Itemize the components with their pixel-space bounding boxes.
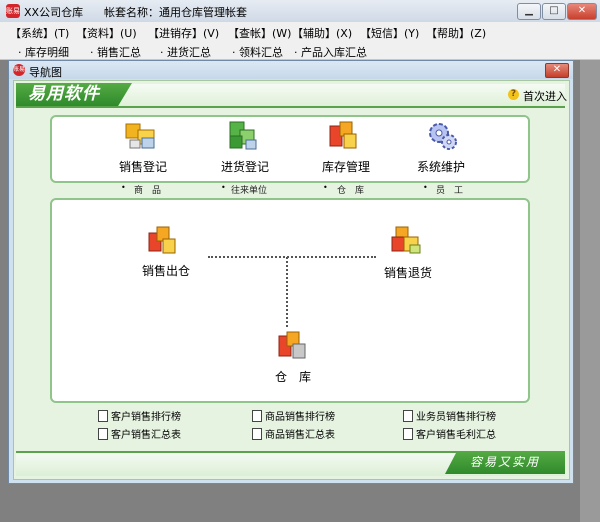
navigation-window-title: 导航图 bbox=[29, 66, 62, 79]
toolbar-sales-summary[interactable]: · 销售汇总 bbox=[90, 44, 141, 60]
first-entry-link[interactable]: 首次进入 bbox=[523, 88, 567, 104]
module-sub-products[interactable]: 商 品 bbox=[134, 183, 161, 196]
toolbar-requisition-summary[interactable]: · 领料汇总 bbox=[232, 44, 283, 60]
navigation-window-title-bar bbox=[9, 61, 573, 79]
menu-sms[interactable]: 【短信】(Y) bbox=[360, 25, 419, 41]
menu-system[interactable]: 【系统】(T) bbox=[10, 25, 69, 41]
sales-return-icon[interactable] bbox=[390, 225, 424, 257]
system-maintenance-icon[interactable] bbox=[426, 120, 460, 152]
minimize-button[interactable]: ▁ bbox=[517, 3, 541, 20]
flow-connector-horizontal bbox=[208, 256, 376, 258]
flow-sales-return[interactable]: 销售退货 bbox=[384, 264, 432, 281]
help-question-icon[interactable]: ? bbox=[508, 89, 519, 100]
menu-data[interactable]: 【资料】(U) bbox=[76, 25, 137, 41]
menu-assist[interactable]: 【辅助】(X) bbox=[292, 25, 352, 41]
menu-inventory-sales[interactable]: 【进销存】(V) bbox=[148, 25, 219, 41]
toolbar-purchase-summary[interactable]: · 进货汇总 bbox=[160, 44, 211, 60]
close-button[interactable]: ✕ bbox=[567, 3, 597, 20]
sales-out-icon[interactable] bbox=[146, 225, 180, 257]
sales-register-icon[interactable] bbox=[124, 120, 158, 152]
menu-help[interactable]: 【帮助】(Z) bbox=[426, 25, 486, 41]
report-product-sales-summary[interactable]: 商品销售汇总表 bbox=[265, 426, 335, 441]
module-purchase-register[interactable]: 进货登记 bbox=[221, 158, 269, 175]
report-salesperson-ranking[interactable]: 业务员销售排行榜 bbox=[416, 408, 496, 423]
purchase-register-icon[interactable] bbox=[226, 120, 260, 152]
module-sub-partners[interactable]: 往来单位 bbox=[231, 183, 267, 196]
report-document-icon bbox=[403, 428, 413, 440]
footer-slogan: 容易又实用 bbox=[445, 451, 565, 474]
inventory-icon[interactable] bbox=[327, 120, 361, 152]
banner-title: 易用软件 bbox=[16, 83, 132, 106]
bullet-icon: • bbox=[121, 183, 126, 192]
module-system-maintenance[interactable]: 系统维护 bbox=[417, 158, 465, 175]
toolbar-stock-detail[interactable]: · 库存明细 bbox=[18, 44, 69, 60]
warehouse-icon[interactable] bbox=[276, 330, 310, 362]
window-title-bar bbox=[0, 0, 600, 23]
flow-sales-out[interactable]: 销售出仓 bbox=[142, 262, 190, 279]
toolbar-product-inbound-summary[interactable]: · 产品入库汇总 bbox=[294, 44, 367, 60]
report-document-icon bbox=[403, 410, 413, 422]
app-title: XX公司仓库 bbox=[24, 6, 84, 19]
report-document-icon bbox=[98, 410, 108, 422]
report-customer-sales-ranking[interactable]: 客户销售排行榜 bbox=[111, 408, 181, 423]
report-customer-sales-summary[interactable]: 客户销售汇总表 bbox=[111, 426, 181, 441]
bullet-icon: • bbox=[423, 183, 428, 192]
flow-warehouse[interactable]: 仓 库 bbox=[275, 368, 311, 385]
app-logo-icon: 账易 bbox=[6, 4, 20, 18]
module-inventory-management[interactable]: 库存管理 bbox=[322, 158, 370, 175]
module-sub-warehouse[interactable]: 仓 库 bbox=[337, 183, 364, 196]
module-sales-register[interactable]: 销售登记 bbox=[119, 158, 167, 175]
report-customer-gross-profit-summary[interactable]: 客户销售毛利汇总 bbox=[416, 426, 496, 441]
report-document-icon bbox=[98, 428, 108, 440]
report-product-sales-ranking[interactable]: 商品销售排行榜 bbox=[265, 408, 335, 423]
navigation-window-icon: 账易 bbox=[13, 64, 25, 76]
report-document-icon bbox=[252, 428, 262, 440]
module-sub-staff[interactable]: 员 工 bbox=[436, 183, 463, 196]
bullet-icon: • bbox=[323, 183, 328, 192]
report-document-icon bbox=[252, 410, 262, 422]
maximize-button[interactable]: □ bbox=[542, 3, 566, 20]
workspace-background bbox=[580, 60, 600, 522]
account-name-label: 帐套名称：通用仓库管理帐套 bbox=[104, 6, 247, 19]
bullet-icon: • bbox=[221, 183, 226, 192]
flow-connector-vertical bbox=[286, 257, 288, 327]
menu-accounts[interactable]: 【查帐】(W) bbox=[228, 25, 291, 41]
navigation-close-button[interactable]: ✕ bbox=[545, 63, 569, 78]
